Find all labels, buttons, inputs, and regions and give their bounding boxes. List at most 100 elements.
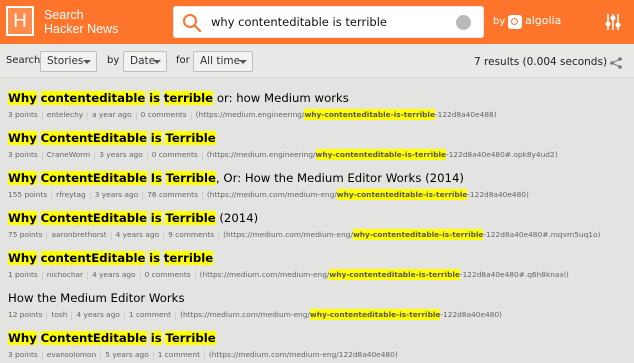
result-url-link[interactable]: (https://medium.engineering/why-contente…: [207, 149, 558, 160]
url-text: (https://medium.com/medium-eng/: [199, 270, 330, 279]
divider: [51, 190, 53, 200]
result-age[interactable]: 3 years ago: [99, 149, 142, 160]
highlight-term: Terrible: [165, 171, 216, 185]
result-author[interactable]: rfreytag: [56, 189, 86, 200]
result-points[interactable]: 12 points: [8, 309, 42, 320]
settings-icon[interactable]: [605, 12, 621, 32]
brand-title[interactable]: Search Hacker News: [44, 8, 118, 36]
result-author[interactable]: CraneWorm: [47, 149, 90, 160]
url-text: (https://medium.engineering/: [195, 110, 305, 119]
result-points[interactable]: 1 points: [8, 269, 38, 280]
result-url-link[interactable]: (https://medium.com/medium-eng/122d8a40e…: [209, 349, 398, 360]
divider: [194, 270, 196, 280]
result-author[interactable]: tosh: [51, 309, 67, 320]
result-points[interactable]: 155 points: [8, 189, 47, 200]
divider: [163, 230, 165, 240]
url-text: (https://medium.com/medium-eng/: [180, 310, 310, 319]
divider: [201, 190, 203, 200]
result-url-link[interactable]: (https://medium.com/medium-eng/why-conte…: [180, 309, 502, 320]
result-url-link[interactable]: (https://medium.com/medium-eng/why-conte…: [223, 229, 600, 240]
range-select-value: All time: [200, 55, 241, 67]
result-age[interactable]: 4 years ago: [116, 229, 159, 240]
result-meta: 3 points entelechy a year ago 0 comments (ht…: [8, 109, 497, 120]
highlight-term: contenteditable: [40, 91, 146, 105]
algolia-label[interactable]: algolia: [525, 14, 561, 27]
type-select[interactable]: Stories: [40, 51, 97, 72]
url-text: (https://medium.com/medium-eng/122d8a40e…: [208, 350, 398, 359]
result-age[interactable]: 3 years ago: [95, 189, 138, 200]
title-text: [37, 251, 41, 265]
clear-search-icon[interactable]: [456, 15, 471, 30]
result-meta: 12 points tosh 4 years ago 1 comment (https:…: [8, 309, 502, 320]
url-text: (https://medium.engineering/: [206, 150, 316, 159]
range-select[interactable]: All time: [193, 51, 253, 72]
result-url-link[interactable]: (https://medium.com/medium-eng/why-conte…: [200, 269, 569, 280]
result-comments-link[interactable]: 1 comment: [158, 349, 200, 360]
result-points[interactable]: 75 points: [8, 229, 42, 240]
url-highlight: why-contenteditable-is-terrible: [304, 109, 435, 120]
url-highlight: why-contenteditable-is-terrible: [336, 189, 468, 200]
result-comments-link[interactable]: 1 comment: [129, 309, 171, 320]
search-input[interactable]: [211, 12, 441, 32]
result-url-link[interactable]: (https://medium.engineering/why-contente…: [196, 109, 497, 120]
share-icon[interactable]: [610, 57, 622, 69]
result-author[interactable]: entelechy: [47, 109, 83, 120]
result-comments-link[interactable]: 76 comments: [147, 189, 198, 200]
result-comments-link[interactable]: 0 comments: [152, 149, 198, 160]
divider: [218, 230, 220, 240]
url-text: -122d8a40e488): [434, 110, 497, 119]
divider: [175, 310, 177, 320]
url-text: (https://medium.com/medium-eng/: [223, 230, 353, 239]
header: H Search Hacker News by algolia: [0, 0, 634, 44]
title-text: , Or: How the Medium Editor Works (2014): [215, 171, 464, 185]
title-text: or: how Medium works: [213, 91, 349, 105]
highlight-term: contentEditable: [40, 251, 146, 265]
title-text: [37, 211, 41, 225]
logo-icon[interactable]: H: [6, 6, 34, 36]
brand-line-2: Hacker News: [44, 22, 119, 36]
algolia-icon[interactable]: [508, 15, 522, 29]
result-points[interactable]: 3 points: [8, 149, 38, 160]
result-author[interactable]: nichochar: [47, 269, 83, 280]
result-url-link[interactable]: (https://medium.com/medium-eng/why-conte…: [207, 189, 529, 200]
result-title-link[interactable]: Why contenteditable is terrible or: how …: [8, 90, 349, 106]
result-title-link[interactable]: Why ContentEditable is Terrible: [8, 330, 216, 346]
url-text: -122d8a40e480): [440, 310, 503, 319]
url-text: -122d8a40e480#.mqvm5uq1o): [483, 230, 601, 239]
divider: [41, 110, 43, 120]
chevron-down-icon: [153, 60, 161, 64]
highlight-term: Why: [8, 91, 37, 105]
divider: [46, 310, 48, 320]
highlight-term: terrible: [163, 251, 214, 265]
sort-select[interactable]: Date: [123, 51, 167, 72]
result-comments-link[interactable]: 9 comments: [168, 229, 214, 240]
result-age[interactable]: 4 years ago: [76, 309, 119, 320]
url-highlight: why-contenteditable-is-terrible: [329, 269, 460, 280]
result-title-link[interactable]: Why ContentEditable is Terrible (2014): [8, 210, 258, 226]
result-age[interactable]: 5 years ago: [105, 349, 148, 360]
search-label: Search: [6, 55, 41, 66]
divider: [87, 110, 89, 120]
result-points[interactable]: 3 points: [8, 349, 38, 360]
result-title-link[interactable]: How the Medium Editor Works: [8, 290, 185, 306]
divider: [142, 190, 144, 200]
title-text: [37, 331, 41, 345]
result-points[interactable]: 3 points: [8, 109, 38, 120]
result-age[interactable]: 4 years ago: [92, 269, 135, 280]
result-meta: 3 points evansolomon 5 years ago 1 comment (…: [8, 349, 398, 360]
divider: [190, 110, 192, 120]
search-icon: [183, 14, 202, 33]
title-text: [37, 171, 41, 185]
result-title-link[interactable]: Why ContentEditable Is Terrible, Or: How…: [8, 170, 464, 186]
highlight-term: Terrible: [165, 131, 216, 145]
result-comments-link[interactable]: 0 comments: [141, 109, 187, 120]
divider: [100, 350, 102, 360]
highlight-term: is: [149, 91, 161, 105]
result-age[interactable]: a year ago: [92, 109, 131, 120]
result-author[interactable]: aaronbrethorst: [51, 229, 106, 240]
result-title-link[interactable]: Why ContentEditable is Terrible: [8, 130, 216, 146]
result-author[interactable]: evansolomon: [47, 349, 97, 360]
result-title-link[interactable]: Why contentEditable is terrible: [8, 250, 214, 266]
result-comments-link[interactable]: 0 comments: [145, 269, 191, 280]
highlight-term: Is: [150, 171, 163, 185]
